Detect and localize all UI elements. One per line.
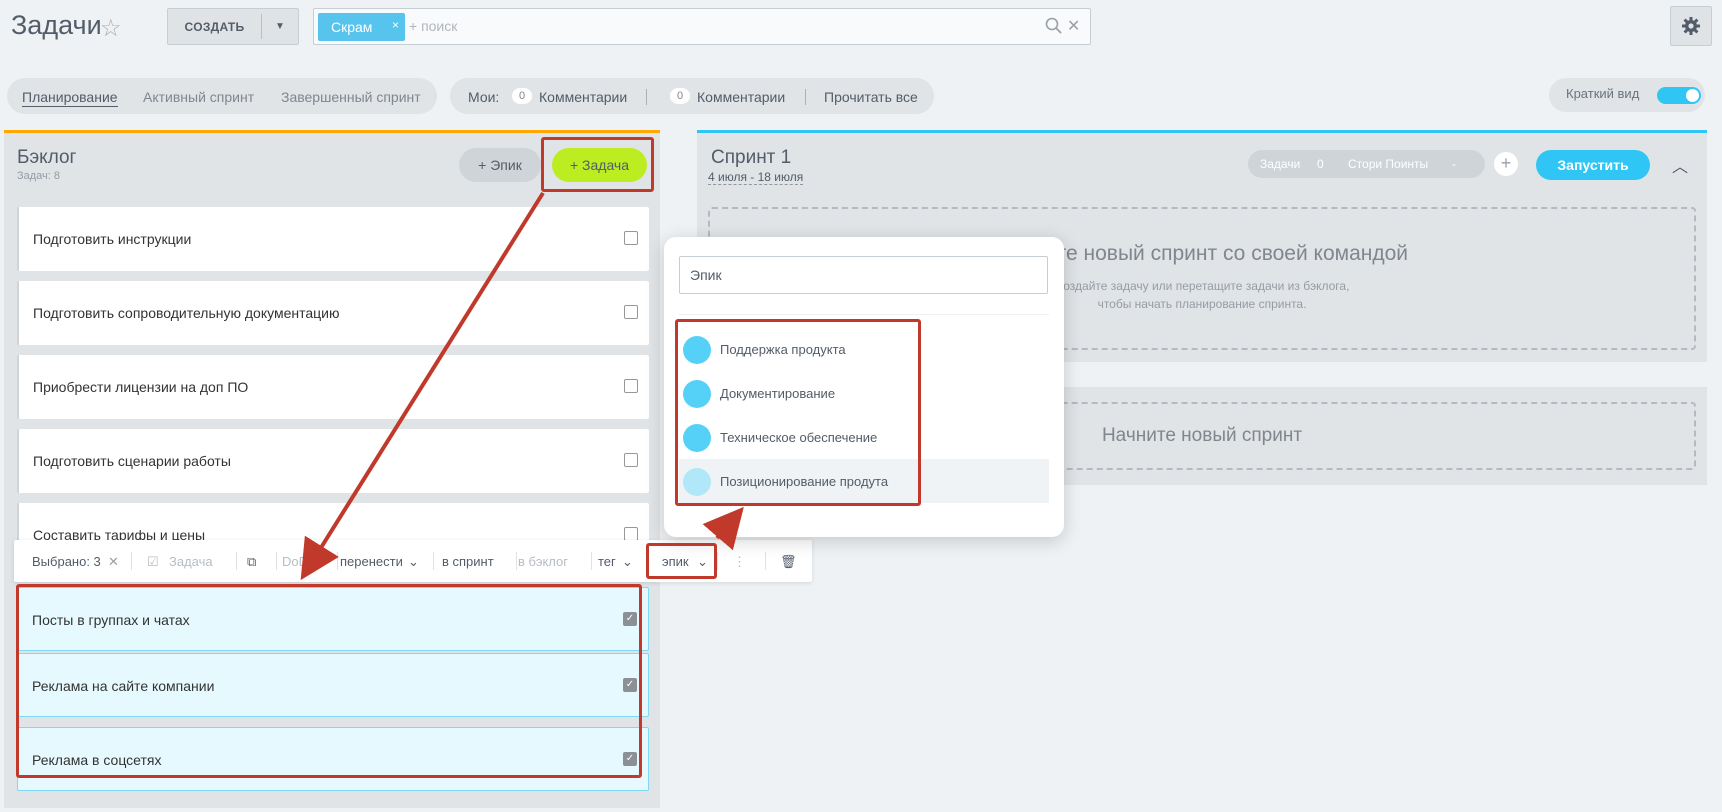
clear-icon[interactable]: ✕ <box>1067 16 1080 36</box>
settings-button[interactable] <box>1670 6 1712 46</box>
star-icon[interactable]: ☆ <box>100 14 122 43</box>
clear-selection-icon[interactable]: ✕ <box>108 554 119 570</box>
chevron-up-icon[interactable]: ︿ <box>1672 153 1688 177</box>
divider <box>236 552 237 570</box>
divider <box>516 552 517 570</box>
search-bar[interactable]: Скрам × + поиск ✕ <box>313 8 1091 45</box>
divider <box>433 552 434 570</box>
dod-action[interactable]: DoD <box>282 554 308 569</box>
divider <box>765 552 766 570</box>
task-title[interactable]: Приобрести лицензии на доп ПО <box>33 379 248 395</box>
stats-tasks-count: 0 <box>1317 157 1324 171</box>
search-icon[interactable] <box>1044 15 1064 37</box>
tab-planning[interactable]: Планирование <box>22 89 118 107</box>
search-input[interactable]: + поиск <box>409 18 457 34</box>
backlog-item[interactable]: Подготовить инструкции <box>17 207 649 271</box>
selected-count: Выбрано: 3 <box>32 554 101 569</box>
other-comments-link[interactable]: Комментарии <box>697 89 785 105</box>
backlog-title: Бэклог <box>17 147 77 168</box>
trash-icon[interactable]: 🗑 <box>780 554 797 570</box>
tab-active-sprint[interactable]: Активный спринт <box>143 89 254 105</box>
toggle-switch[interactable] <box>1657 87 1701 104</box>
divider <box>131 552 132 570</box>
move-to-sprint[interactable]: в спринт <box>442 554 494 569</box>
filter-chip-scrum[interactable]: Скрам × <box>318 13 405 41</box>
chip-close-icon[interactable]: × <box>392 18 399 32</box>
divider <box>591 552 592 570</box>
mine-count-badge: 0 <box>512 88 532 104</box>
filter-chip-label: Скрам <box>331 19 373 35</box>
add-to-sprint-button[interactable]: + <box>1494 152 1518 176</box>
divider <box>646 89 647 105</box>
add-epic-button[interactable]: + Эпик <box>459 148 541 182</box>
create-button[interactable]: СОЗДАТЬ ▼ <box>167 8 299 45</box>
backlog-task-count: Задач: 8 <box>17 170 61 182</box>
tag-dropdown[interactable]: тег <box>598 554 616 569</box>
annotation-box-selected <box>16 584 642 778</box>
start-sprint-button[interactable]: Запустить <box>1536 150 1650 180</box>
stats-points-value: - <box>1452 157 1456 171</box>
backlog-item[interactable]: Подготовить сопроводительную документаци… <box>17 281 649 345</box>
stats-tasks-label: Задачи <box>1260 157 1301 171</box>
item-checkbox[interactable] <box>624 453 638 467</box>
mine-comments-link[interactable]: Комментарии <box>539 89 627 105</box>
sprint-dates[interactable]: 4 июля - 18 июля <box>708 170 804 185</box>
create-button-label: СОЗДАТЬ <box>184 19 245 34</box>
divider <box>717 552 718 570</box>
task-title[interactable]: Подготовить инструкции <box>33 231 191 247</box>
comments-counter: Мои: 0 Комментарии 0 Комментарии Прочита… <box>450 78 934 114</box>
move-dropdown[interactable]: перенести <box>340 554 403 569</box>
caret-down-icon[interactable]: ▼ <box>262 21 298 32</box>
divider <box>337 552 338 570</box>
annotation-box-epics-list <box>675 319 921 506</box>
gear-icon <box>1682 17 1700 35</box>
mine-label: Мои: <box>468 89 500 105</box>
divider <box>679 314 1049 315</box>
move-to-backlog[interactable]: в бэклог <box>518 554 568 569</box>
annotation-box-task <box>541 137 654 192</box>
subtask-icon[interactable]: ⋮ <box>733 554 746 570</box>
chevron-down-icon: ⌄ <box>622 554 633 569</box>
read-all-link[interactable]: Прочитать все <box>824 89 918 105</box>
backlog-item[interactable]: Приобрести лицензии на доп ПО <box>17 355 649 419</box>
board-icon[interactable]: ⧉ <box>247 554 256 570</box>
item-checkbox[interactable] <box>624 527 638 541</box>
task-icon: ☑ <box>147 554 159 569</box>
divider <box>805 89 806 105</box>
page-title: Задачи <box>11 10 102 40</box>
divider <box>276 552 277 570</box>
epic-search-input[interactable] <box>679 256 1048 294</box>
sprint-stats: Задачи 0 Стори Поинты - <box>1248 150 1485 178</box>
sprint-title: Спринт 1 <box>711 147 792 168</box>
view-tabs: Планирование Активный спринт Завершенный… <box>7 78 437 114</box>
short-view-switch[interactable]: Краткий вид <box>1549 78 1705 112</box>
item-checkbox[interactable] <box>624 231 638 245</box>
tab-completed-sprint[interactable]: Завершенный спринт <box>281 89 421 105</box>
backlog-item[interactable]: Подготовить сценарии работы <box>17 429 649 493</box>
task-action[interactable]: Задача <box>169 554 213 569</box>
item-checkbox[interactable] <box>624 379 638 393</box>
item-checkbox[interactable] <box>624 305 638 319</box>
stats-points-label: Стори Поинты <box>1348 157 1429 171</box>
other-count-badge: 0 <box>670 88 690 104</box>
task-title[interactable]: Подготовить сценарии работы <box>33 453 231 469</box>
annotation-box-epic <box>646 543 717 579</box>
task-title[interactable]: Подготовить сопроводительную документаци… <box>33 305 340 321</box>
short-view-label: Краткий вид <box>1566 86 1640 101</box>
chevron-down-icon: ⌄ <box>408 554 419 569</box>
